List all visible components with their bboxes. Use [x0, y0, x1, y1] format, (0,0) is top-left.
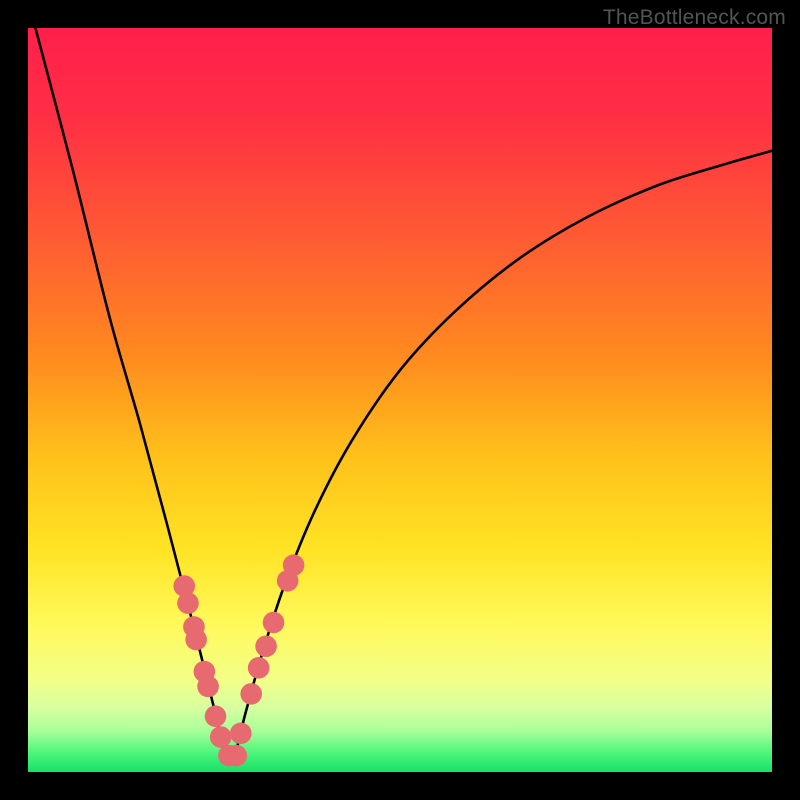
- highlight-point: [205, 705, 227, 727]
- plot-area: [28, 28, 772, 772]
- highlight-point: [263, 612, 285, 634]
- highlight-point: [210, 726, 232, 748]
- highlight-point: [230, 723, 252, 745]
- highlight-point: [248, 657, 270, 679]
- highlight-point: [185, 629, 207, 651]
- bottleneck-curve: [35, 28, 772, 758]
- chart-svg: [28, 28, 772, 772]
- highlight-point: [226, 745, 248, 767]
- watermark-text: TheBottleneck.com: [603, 6, 786, 30]
- chart-frame: TheBottleneck.com: [0, 0, 800, 800]
- scatter-highlights: [173, 554, 304, 766]
- highlight-point: [283, 554, 305, 576]
- highlight-point: [255, 635, 277, 657]
- highlight-point: [177, 592, 199, 614]
- highlight-point: [197, 676, 219, 698]
- highlight-point: [240, 683, 262, 705]
